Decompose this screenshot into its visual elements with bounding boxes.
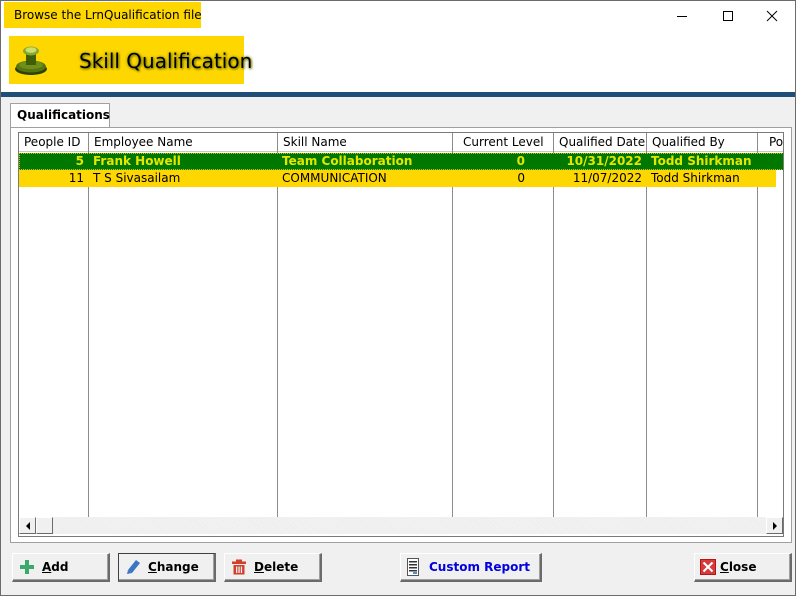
column-header-current-level[interactable]: Current Level	[453, 133, 554, 152]
arrow-left-icon	[25, 521, 30, 530]
custom-report-button[interactable]: Custom Report	[400, 553, 542, 582]
window-close-button[interactable]	[749, 1, 795, 31]
cell-skill-name: Team Collaboration	[282, 154, 413, 168]
header-banner: Skill Qualification	[9, 36, 252, 84]
qualifications-panel: People ID Employee Name Skill Name Curre…	[10, 127, 792, 543]
cell-po	[757, 170, 776, 187]
cell-qualified-date: 10/31/2022	[566, 154, 642, 168]
column-divider	[757, 152, 758, 517]
report-document-icon	[407, 558, 419, 576]
close-button[interactable]: Close	[694, 553, 792, 582]
title-bar: Browse the LrnQualification file	[1, 1, 795, 32]
cell-po	[757, 153, 783, 170]
column-header-po[interactable]: Po	[758, 133, 783, 152]
cell-qualified-by: Todd Shirkman	[651, 154, 752, 168]
qualifications-grid[interactable]: People ID Employee Name Skill Name Curre…	[18, 132, 784, 537]
browse-window: Browse the LrnQualification file Skill Q…	[0, 0, 796, 596]
close-label: Close	[720, 560, 757, 574]
maximize-button[interactable]	[705, 1, 751, 31]
title-block: Browse the LrnQualification file	[4, 2, 202, 28]
page-title: Skill Qualification	[79, 49, 253, 73]
change-label: Change	[148, 560, 199, 574]
column-header-skill-name[interactable]: Skill Name	[278, 133, 453, 152]
rubber-stamp-icon	[15, 46, 47, 75]
column-divider	[88, 152, 89, 517]
grid-header: People ID Employee Name Skill Name Curre…	[19, 133, 783, 152]
add-button[interactable]: Add	[12, 553, 110, 582]
close-icon	[766, 10, 778, 22]
header-divider	[1, 92, 795, 97]
column-header-qualified-by[interactable]: Qualified By	[647, 133, 758, 152]
cell-people-id: 5	[75, 154, 84, 168]
arrow-right-icon	[772, 521, 777, 530]
scroll-thumb[interactable]	[36, 517, 53, 534]
column-header-qualified-date[interactable]: Qualified Date	[554, 133, 647, 152]
scroll-left-button[interactable]	[19, 517, 36, 534]
trash-icon	[230, 558, 248, 576]
column-divider	[553, 152, 554, 517]
change-button[interactable]: Change	[118, 553, 216, 582]
column-divider	[277, 152, 278, 517]
tab-qualifications[interactable]: Qualifications	[10, 103, 110, 128]
table-row[interactable]: 5 Frank Howell Team Collaboration 0 10/3…	[19, 153, 783, 170]
cell-skill-name: COMMUNICATION	[282, 171, 387, 185]
cell-current-level: 0	[516, 154, 525, 168]
minimize-icon	[677, 16, 687, 17]
column-header-employee-name[interactable]: Employee Name	[89, 133, 278, 152]
table-row[interactable]: 11 T S Sivasailam COMMUNICATION 0 11/07/…	[19, 170, 776, 187]
window-title: Browse the LrnQualification file	[14, 8, 202, 22]
cell-qualified-by: Todd Shirkman	[651, 171, 740, 185]
minimize-button[interactable]	[659, 1, 705, 31]
column-divider	[646, 152, 647, 517]
cell-employee-name: Frank Howell	[93, 154, 181, 168]
cell-current-level: 0	[517, 171, 525, 185]
cell-qualified-date: 11/07/2022	[572, 171, 642, 185]
column-divider	[452, 152, 453, 517]
cell-people-id: 11	[68, 171, 84, 185]
close-x-icon	[699, 558, 717, 576]
plus-icon	[18, 558, 36, 576]
maximize-icon	[723, 11, 733, 21]
delete-label: Delete	[254, 560, 299, 574]
add-label: Add	[42, 560, 69, 574]
horizontal-scrollbar[interactable]	[19, 517, 783, 534]
scroll-right-button[interactable]	[766, 517, 783, 534]
custom-report-label: Custom Report	[429, 560, 531, 574]
header-band: Skill Qualification	[1, 32, 795, 92]
cell-employee-name: T S Sivasailam	[93, 171, 181, 185]
delete-button[interactable]: Delete	[224, 553, 322, 582]
pencil-icon	[124, 558, 142, 576]
column-header-people-id[interactable]: People ID	[19, 133, 89, 152]
